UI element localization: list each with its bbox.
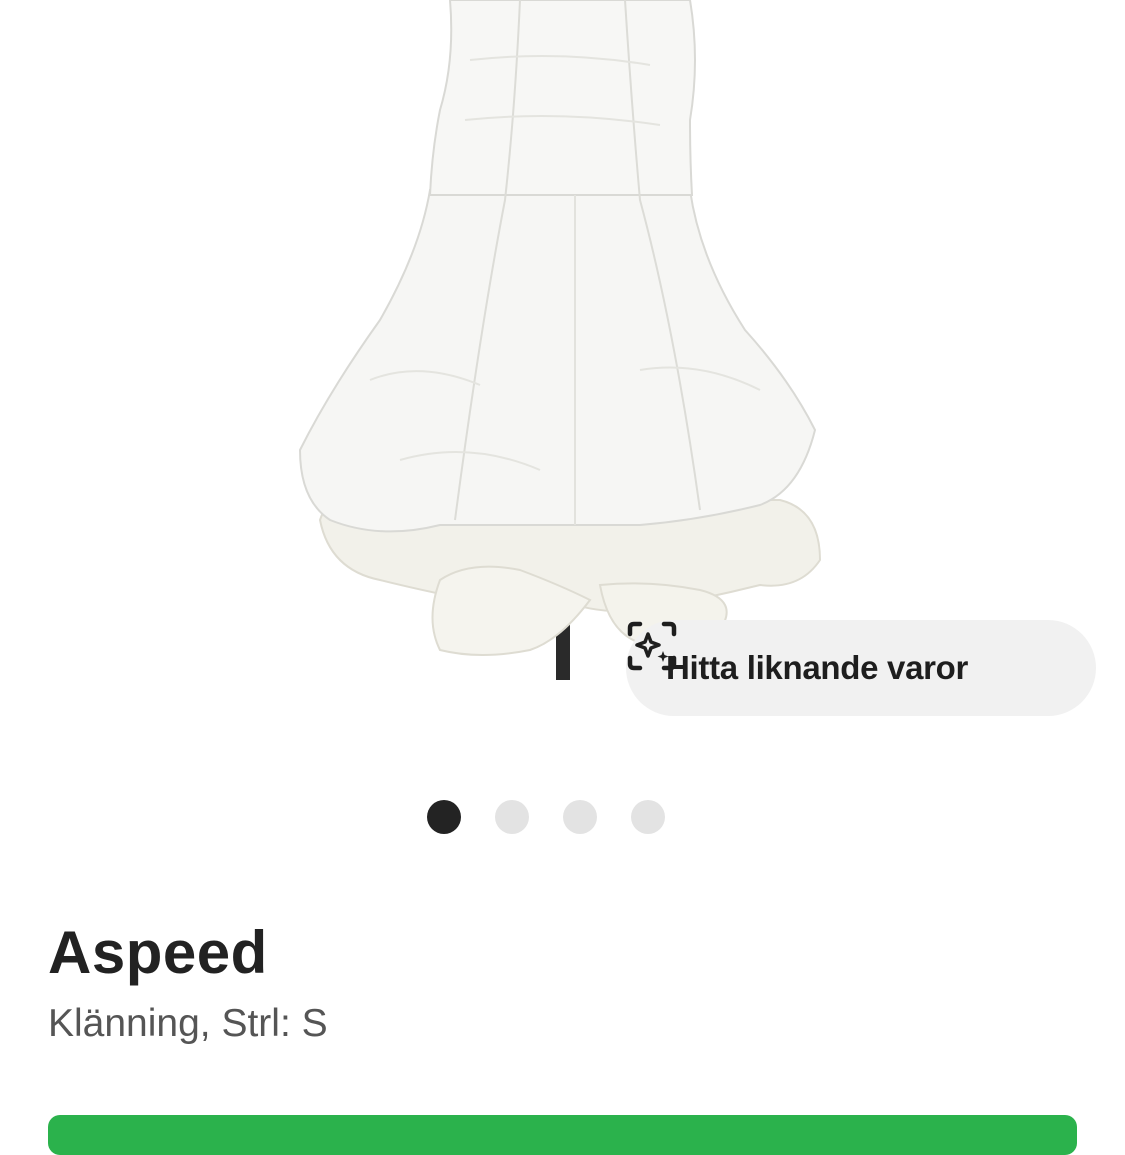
pagination-dot-3[interactable] — [563, 800, 597, 834]
visual-search-sparkle-icon — [627, 621, 677, 671]
product-subtitle: Klänning, Strl: S — [48, 1002, 328, 1045]
product-image[interactable]: Hitta liknande varor — [0, 0, 1125, 740]
dress-bodice — [428, 0, 696, 196]
pagination-dot-4[interactable] — [631, 800, 665, 834]
find-similar-button[interactable]: Hitta liknande varor — [626, 620, 1096, 716]
image-pagination — [427, 800, 665, 834]
product-brand: Aspeed — [48, 919, 268, 986]
primary-action-button[interactable] — [48, 1115, 1077, 1155]
find-similar-label: Hitta liknande varor — [666, 649, 969, 686]
pagination-dot-1[interactable] — [427, 800, 461, 834]
pagination-dot-2[interactable] — [495, 800, 529, 834]
dress-skirt — [298, 189, 817, 533]
